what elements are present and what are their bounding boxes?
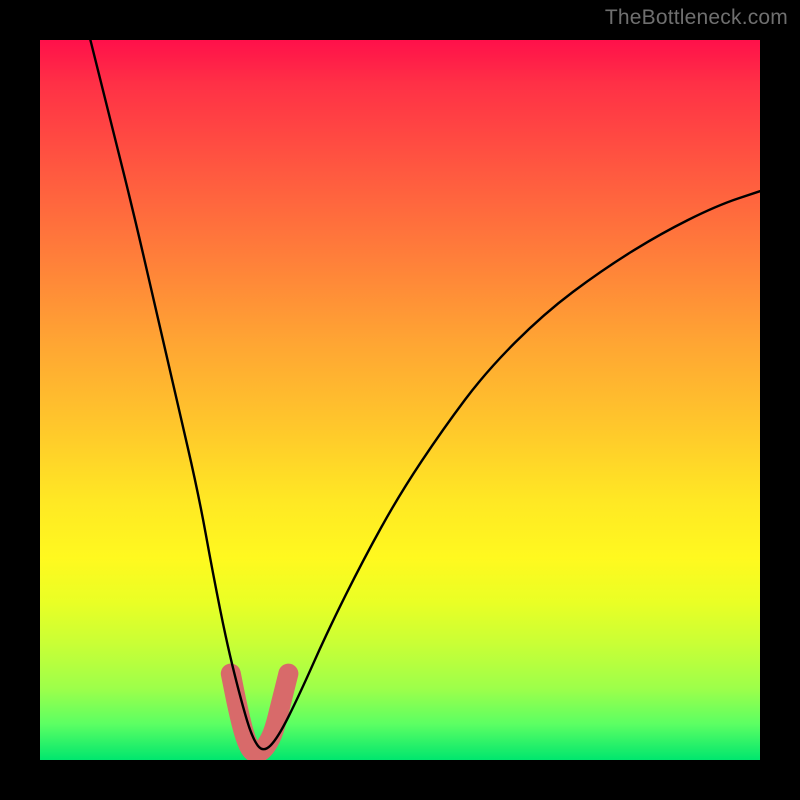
- plot-area: [40, 40, 760, 760]
- bottleneck-curve-path: [90, 40, 760, 749]
- watermark-text: TheBottleneck.com: [605, 6, 788, 30]
- curve-svg: [40, 40, 760, 760]
- chart-frame: TheBottleneck.com: [0, 0, 800, 800]
- bottleneck-highlight-path: [231, 674, 289, 753]
